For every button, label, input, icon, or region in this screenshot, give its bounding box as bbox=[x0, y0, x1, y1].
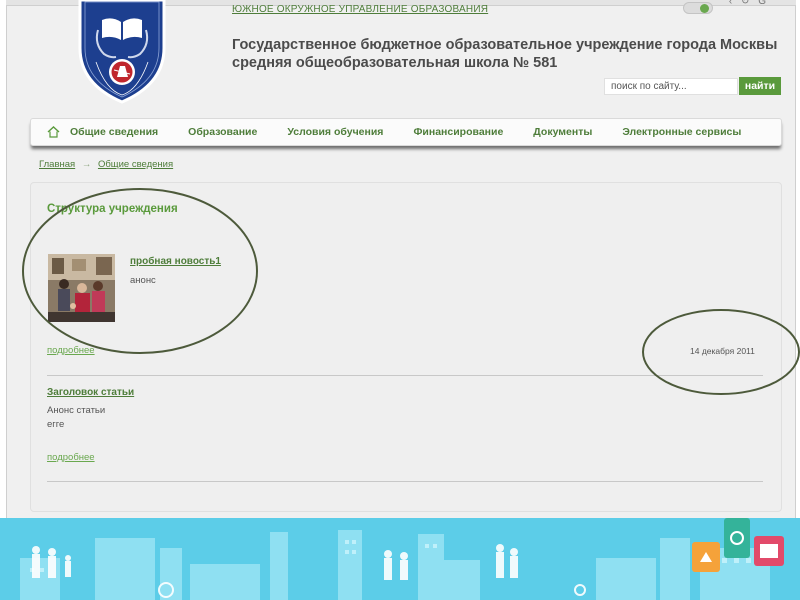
article-text: егге bbox=[47, 419, 65, 430]
search-button[interactable]: найти bbox=[739, 77, 781, 95]
back-icon[interactable]: ‹ bbox=[729, 0, 732, 7]
news-title-link[interactable]: пробная новость1 bbox=[130, 256, 221, 267]
school-emblem-icon bbox=[78, 0, 166, 104]
section-title: Структура учреждения bbox=[47, 203, 178, 215]
divider bbox=[47, 481, 763, 482]
google-icon[interactable]: G bbox=[758, 0, 766, 7]
main-nav: Общие сведения Образование Условия обуче… bbox=[30, 118, 782, 146]
search-input[interactable] bbox=[604, 78, 738, 95]
browser-icons: ‹ ↻ G bbox=[723, 0, 766, 7]
article-anons: Анонс статьи bbox=[47, 405, 106, 416]
cityscape-illustration bbox=[0, 518, 800, 600]
news-thumbnail[interactable] bbox=[48, 254, 115, 322]
article-title-link[interactable]: Заголовок статьи bbox=[47, 387, 134, 398]
school-title: Государственное бюджетное образовательно… bbox=[232, 36, 792, 72]
news-anons: анонс bbox=[130, 275, 156, 286]
nav-item-finance[interactable]: Финансирование bbox=[413, 126, 503, 138]
nav-item-conditions[interactable]: Условия обучения bbox=[287, 126, 383, 138]
nav-item-e-services[interactable]: Электронные сервисы bbox=[622, 126, 741, 138]
top-department-link[interactable]: ЮЖНОЕ ОКРУЖНОЕ УПРАВЛЕНИЕ ОБРАЗОВАНИЯ bbox=[232, 4, 488, 15]
footer-cityscape bbox=[0, 518, 800, 600]
school-title-line2: средняя общеобразовательная школа № 581 bbox=[232, 55, 558, 71]
article-more-link[interactable]: подробнее bbox=[47, 452, 95, 463]
breadcrumb-current[interactable]: Общие сведения bbox=[98, 159, 173, 170]
nav-item-education[interactable]: Образование bbox=[188, 126, 257, 138]
news-more-link[interactable]: подробнее bbox=[47, 345, 95, 356]
news-date: 14 декабря 2011 bbox=[690, 346, 755, 356]
school-title-line1: Государственное бюджетное образовательно… bbox=[232, 37, 778, 53]
toggle-switch[interactable] bbox=[683, 2, 713, 14]
toggle-knob bbox=[700, 4, 709, 13]
breadcrumb-home[interactable]: Главная bbox=[39, 159, 75, 170]
content-panel bbox=[30, 182, 782, 512]
divider bbox=[47, 375, 763, 376]
reload-icon[interactable]: ↻ bbox=[741, 0, 749, 7]
home-icon[interactable] bbox=[47, 126, 60, 138]
breadcrumb-separator: → bbox=[81, 159, 92, 170]
nav-item-documents[interactable]: Документы bbox=[533, 126, 592, 138]
breadcrumb: Главная → Общие сведения bbox=[39, 159, 173, 170]
school-logo[interactable] bbox=[76, 0, 168, 104]
nav-item-general[interactable]: Общие сведения bbox=[70, 126, 158, 138]
